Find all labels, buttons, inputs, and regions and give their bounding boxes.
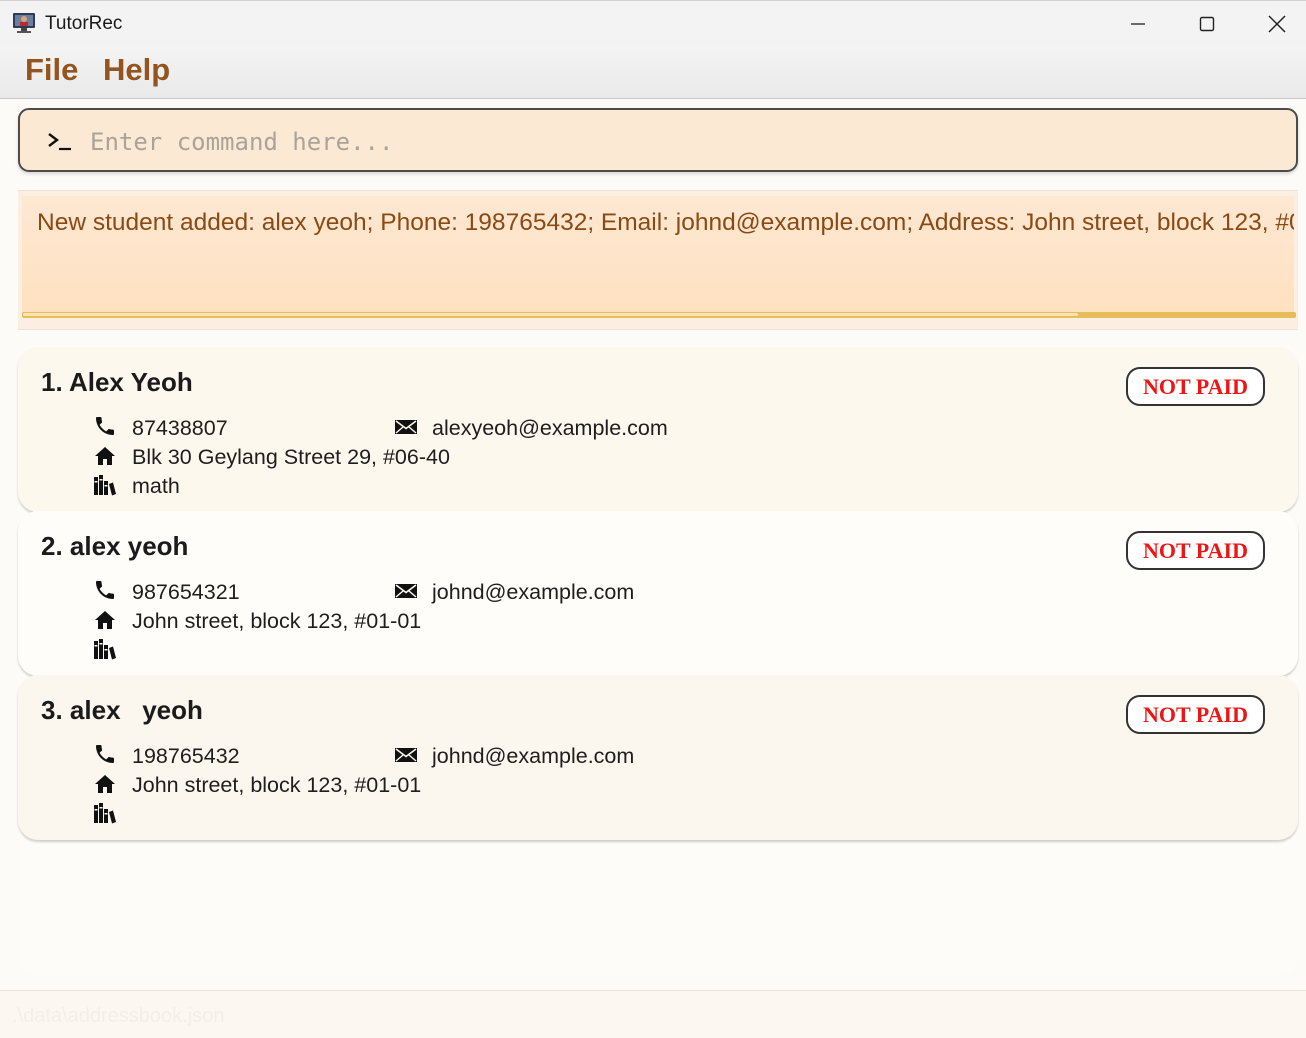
minimize-icon bbox=[1131, 23, 1145, 25]
result-display[interactable]: New student added: alex yeoh; Phone: 198… bbox=[22, 196, 1294, 314]
menu-file[interactable]: File bbox=[25, 52, 78, 88]
window-titlebar: TutorRec bbox=[0, 0, 1306, 46]
payment-status-badge: NOT PAID bbox=[1126, 367, 1265, 406]
home-icon bbox=[95, 447, 115, 465]
command-input[interactable] bbox=[88, 122, 1272, 162]
student-phone: 987654321 bbox=[132, 580, 240, 604]
books-icon bbox=[94, 803, 116, 824]
envelope-icon bbox=[395, 420, 417, 434]
status-bar: .\data\addressbook.json bbox=[0, 990, 1306, 1038]
envelope-icon bbox=[395, 748, 417, 762]
app-icon bbox=[13, 13, 35, 33]
student-name: 1. Alex Yeoh bbox=[41, 367, 193, 397]
phone-icon bbox=[96, 581, 114, 599]
student-phone: 198765432 bbox=[132, 744, 240, 768]
student-card[interactable]: 3. alex yeoh NOT PAID 198765432 johnd@ex… bbox=[18, 675, 1298, 840]
home-icon bbox=[95, 775, 115, 793]
result-display-panel: New student added: alex yeoh; Phone: 198… bbox=[18, 190, 1298, 330]
student-name: 3. alex yeoh bbox=[41, 695, 203, 725]
close-button[interactable] bbox=[1242, 1, 1306, 47]
student-card[interactable]: 1. Alex Yeoh NOT PAID 87438807 alexyeoh@… bbox=[18, 347, 1298, 512]
menu-bar: File Help bbox=[0, 46, 1306, 99]
payment-status-badge: NOT PAID bbox=[1126, 531, 1265, 570]
result-scrollbar-thumb[interactable] bbox=[23, 313, 1078, 316]
student-address: John street, block 123, #01-01 bbox=[132, 773, 422, 797]
student-email: johnd@example.com bbox=[432, 580, 635, 604]
maximize-icon bbox=[1199, 16, 1215, 32]
close-icon bbox=[1268, 15, 1286, 33]
terminal-prompt-icon bbox=[48, 133, 71, 151]
window-title: TutorRec bbox=[45, 13, 123, 34]
home-icon bbox=[95, 611, 115, 629]
student-subjects: math bbox=[132, 474, 180, 498]
student-phone: 87438807 bbox=[132, 416, 228, 440]
maximize-button[interactable] bbox=[1172, 1, 1242, 47]
student-address: John street, block 123, #01-01 bbox=[132, 609, 422, 633]
books-icon bbox=[94, 639, 116, 660]
student-list[interactable]: 1. Alex Yeoh NOT PAID 87438807 alexyeoh@… bbox=[18, 345, 1298, 975]
minimize-button[interactable] bbox=[1103, 1, 1173, 47]
student-name: 2. alex yeoh bbox=[41, 531, 189, 561]
student-email: alexyeoh@example.com bbox=[432, 416, 668, 440]
books-icon bbox=[94, 475, 116, 496]
student-address: Blk 30 Geylang Street 29, #06-40 bbox=[132, 445, 450, 469]
menu-help[interactable]: Help bbox=[103, 52, 170, 88]
payment-status-badge: NOT PAID bbox=[1126, 695, 1265, 734]
result-message: New student added: alex yeoh; Phone: 198… bbox=[37, 209, 1294, 236]
envelope-icon bbox=[395, 584, 417, 598]
student-email: johnd@example.com bbox=[432, 744, 635, 768]
student-card[interactable]: 2. alex yeoh NOT PAID 987654321 johnd@ex… bbox=[18, 511, 1298, 676]
command-box bbox=[18, 108, 1298, 172]
phone-icon bbox=[96, 745, 114, 763]
phone-icon bbox=[96, 417, 114, 435]
result-horizontal-scrollbar[interactable] bbox=[22, 312, 1296, 318]
data-file-path: .\data\addressbook.json bbox=[12, 1005, 225, 1027]
